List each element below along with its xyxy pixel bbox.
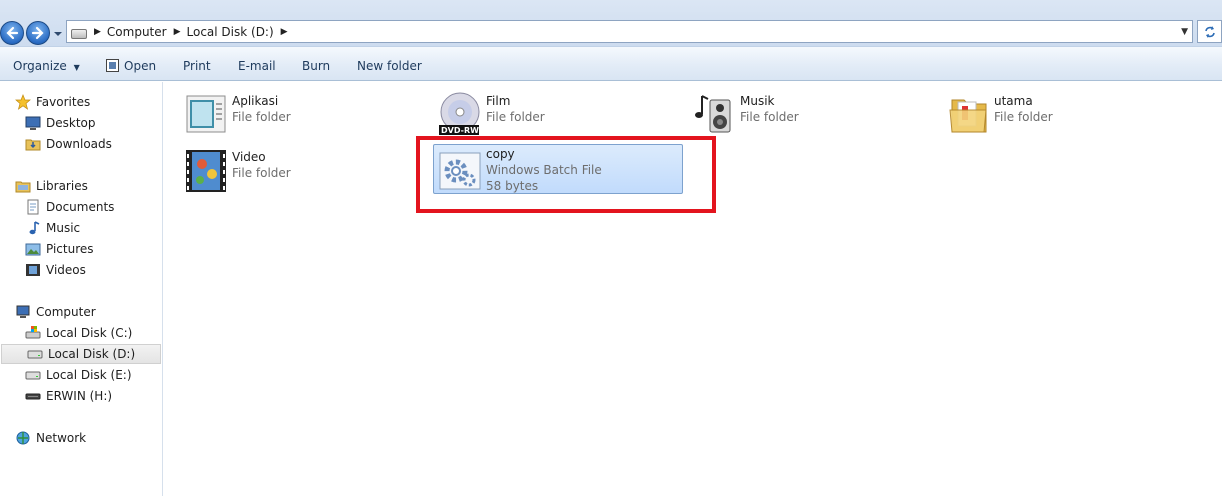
downloads-folder-icon <box>25 139 41 151</box>
desktop-icon <box>25 116 41 130</box>
highlight-annotation-box <box>416 136 716 213</box>
computer-icon <box>16 305 30 318</box>
organize-button[interactable]: Organize ▼ <box>13 59 80 73</box>
print-button[interactable]: Print <box>183 59 211 73</box>
drive-icon <box>27 350 43 359</box>
sidebar-item-erwin-h[interactable]: ERWIN (H:) <box>0 386 162 406</box>
organize-label: Organize <box>13 59 67 73</box>
sidebar-item-pictures[interactable]: Pictures <box>0 239 162 259</box>
sidebar-label: Music <box>46 221 81 235</box>
file-item-utama[interactable]: utama File folder <box>942 88 1192 138</box>
drive-icon <box>25 371 41 380</box>
sidebar-item-libraries[interactable]: Libraries <box>0 176 162 196</box>
dvd-rw-badge: DVD-RW <box>441 126 479 135</box>
file-type: File folder <box>740 110 799 124</box>
arrow-right-icon <box>31 26 44 40</box>
sidebar-label: Local Disk (C:) <box>46 326 133 340</box>
sidebar-item-downloads[interactable]: Downloads <box>0 134 162 154</box>
sidebar-label: Computer <box>36 305 96 319</box>
sidebar-label: Libraries <box>36 179 88 193</box>
folder-app-icon <box>186 95 226 133</box>
burn-button[interactable]: Burn <box>302 59 330 73</box>
navigation-pane: Favorites Desktop Downloads Libraries Do… <box>0 82 163 496</box>
file-name: Video <box>232 150 266 164</box>
file-name: Film <box>486 94 511 108</box>
file-type: File folder <box>232 166 291 180</box>
sidebar-label: Local Disk (D:) <box>48 347 136 361</box>
chevron-right-icon[interactable]: ▶ <box>94 27 101 37</box>
recent-pages-dropdown[interactable] <box>53 30 63 38</box>
documents-icon <box>27 199 39 215</box>
sidebar-item-local-disk-e[interactable]: Local Disk (E:) <box>0 365 162 385</box>
folder-icon <box>949 99 987 133</box>
sidebar-label: Favorites <box>36 95 91 109</box>
file-item-aplikasi[interactable]: Aplikasi File folder <box>180 88 430 138</box>
breadcrumb-computer[interactable]: Computer <box>107 25 167 39</box>
command-bar: Organize ▼ Open Print E-mail Burn New fo… <box>0 46 1222 81</box>
sidebar-label: Desktop <box>46 116 96 130</box>
sidebar-item-local-disk-d[interactable]: Local Disk (D:) <box>1 344 161 364</box>
address-box[interactable]: ▶ Computer ▶ Local Disk (D:) ▶ ▼ <box>66 20 1193 43</box>
file-type: File folder <box>994 110 1053 124</box>
star-icon <box>15 94 31 110</box>
breadcrumb-local-disk-d[interactable]: Local Disk (D:) <box>187 25 274 39</box>
file-item-video[interactable]: Video File folder <box>180 144 430 194</box>
email-button[interactable]: E-mail <box>238 59 276 73</box>
sidebar-item-network[interactable]: Network <box>0 428 162 448</box>
sidebar-label: Pictures <box>46 242 94 256</box>
sidebar-item-local-disk-c[interactable]: Local Disk (C:) <box>0 323 162 343</box>
file-name: Musik <box>740 94 775 108</box>
new-folder-button[interactable]: New folder <box>357 59 422 73</box>
drive-icon <box>71 28 87 39</box>
chevron-right-icon[interactable]: ▶ <box>174 27 181 37</box>
sidebar-item-videos[interactable]: Videos <box>0 260 162 280</box>
chevron-right-icon[interactable]: ▶ <box>281 27 288 37</box>
back-button[interactable] <box>0 21 24 45</box>
videos-icon <box>26 264 40 276</box>
sidebar-label: Videos <box>46 263 86 277</box>
forward-button[interactable] <box>26 21 50 45</box>
open-icon <box>106 59 119 72</box>
sidebar-label: ERWIN (H:) <box>46 389 113 403</box>
sidebar-item-desktop[interactable]: Desktop <box>0 113 162 133</box>
network-icon <box>16 431 30 445</box>
removable-drive-icon <box>25 393 41 400</box>
refresh-button[interactable] <box>1197 20 1222 43</box>
speaker-icon <box>695 95 731 133</box>
sidebar-label: Downloads <box>46 137 112 151</box>
sidebar-item-music[interactable]: Music <box>0 218 162 238</box>
sidebar-label: Documents <box>46 200 115 214</box>
file-name: utama <box>994 94 1033 108</box>
sidebar-item-favorites[interactable]: Favorites <box>0 92 162 112</box>
file-name: Aplikasi <box>232 94 279 108</box>
file-item-film[interactable]: DVD-RW Film File folder <box>434 88 684 138</box>
libraries-icon <box>15 181 31 193</box>
music-note-icon <box>29 221 40 235</box>
file-type: File folder <box>232 110 291 124</box>
open-button[interactable]: Open <box>124 59 156 73</box>
sidebar-label: Network <box>36 431 87 445</box>
chevron-down-icon: ▼ <box>73 63 80 72</box>
system-drive-icon <box>25 326 41 339</box>
film-strip-icon <box>186 150 226 192</box>
file-item-musik[interactable]: Musik File folder <box>688 88 938 138</box>
address-bar-region: ▶ Computer ▶ Local Disk (D:) ▶ ▼ <box>0 0 1222 46</box>
chevron-down-icon[interactable]: ▼ <box>1181 27 1188 37</box>
sidebar-item-computer[interactable]: Computer <box>0 302 162 322</box>
pictures-icon <box>25 243 41 256</box>
sidebar-item-documents[interactable]: Documents <box>0 197 162 217</box>
file-type: File folder <box>486 110 545 124</box>
sidebar-label: Local Disk (E:) <box>46 368 132 382</box>
arrow-left-icon <box>6 26 19 40</box>
refresh-icon <box>1204 25 1215 38</box>
